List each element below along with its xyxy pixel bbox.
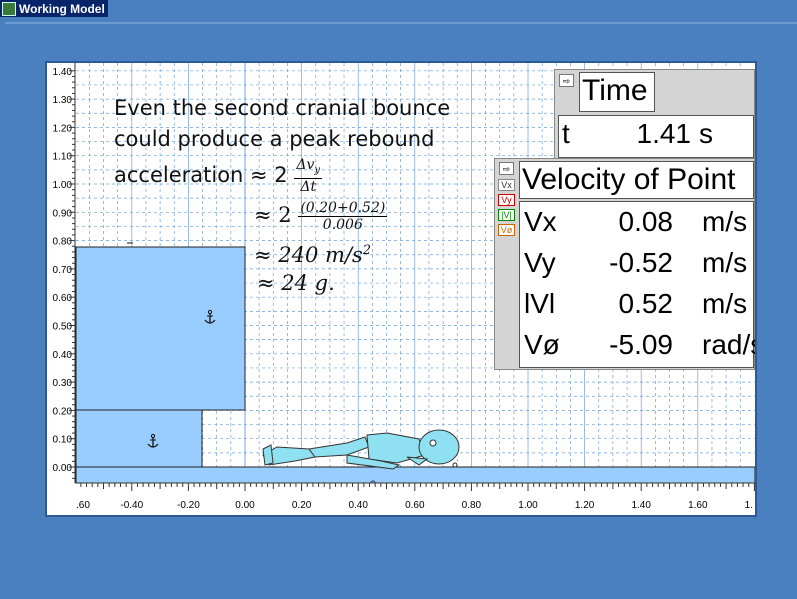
time-unit: s	[699, 118, 713, 149]
y-tick-label: 0.70	[53, 265, 73, 276]
x-tick-label: 0.80	[462, 500, 482, 511]
toggle-vy[interactable]: Vy	[498, 194, 515, 206]
velocity-meter-arrow-icon[interactable]: ⇨	[499, 162, 514, 175]
toggle-v-angle[interactable]: Vø	[498, 224, 515, 236]
y-tick-label: 0.80	[53, 237, 73, 248]
velocity-row-magnitude: lVl 0.52 m/s	[524, 288, 748, 319]
y-tick-label: 1.00	[53, 180, 73, 191]
ground-floor[interactable]	[75, 466, 755, 484]
x-tick-label: 0.60	[405, 500, 425, 511]
velocity-row-angular: Vø -5.09 rad/s	[524, 329, 755, 360]
x-tick-label: 1.40	[631, 500, 651, 511]
app-logo-icon	[2, 1, 16, 16]
window-titlebar[interactable]: Working Model	[0, 0, 108, 17]
x-tick-label: -0.20	[177, 500, 200, 511]
velocity-meter[interactable]: ⇨ Velocity of Point Vx Vy |V| Vø Vx 0.08…	[494, 158, 755, 370]
velocity-row-vx: Vx 0.08 m/s	[524, 206, 748, 237]
toggle-vx[interactable]: Vx	[498, 179, 515, 191]
time-label: t	[562, 118, 570, 149]
y-tick-label: 0.20	[53, 406, 73, 417]
toggle-v-magnitude[interactable]: |V|	[498, 209, 515, 221]
velocity-meter-title[interactable]: Velocity of Point	[519, 161, 754, 199]
y-tick-label: 0.10	[53, 435, 73, 446]
annotation-line-5: ≈ 240 m/s2	[254, 243, 372, 267]
fraction-dv-dt: Δvy Δt	[294, 156, 323, 196]
y-tick-label: 0.30	[53, 378, 73, 389]
y-tick-label: 1.10	[53, 152, 73, 163]
time-meter[interactable]: ⇨ Time t 1.41 s	[554, 69, 755, 160]
x-tick-label: 0.40	[348, 500, 368, 511]
annotation-line-2: could produce a peak rebound	[114, 127, 435, 151]
time-meter-title[interactable]: Time	[579, 72, 655, 112]
acceleration-prefix: acceleration ≈ 2	[114, 163, 288, 187]
x-tick-label: 1.	[745, 500, 753, 511]
simulation-canvas[interactable]: 1.40 1.30 1.20 1.10 1.00 0.90 0.80 0.70 0.60 0.50…	[45, 61, 757, 517]
y-tick-label: 1.30	[53, 95, 73, 106]
window-frame-line	[5, 22, 797, 24]
time-meter-arrow-icon[interactable]: ⇨	[559, 74, 574, 87]
x-tick-label: .60	[76, 500, 90, 511]
crash-test-dummy[interactable]	[262, 429, 460, 470]
velocity-meter-body: Vx 0.08 m/s Vy -0.52 m/s lVl 0.52 m/s Vø…	[519, 201, 755, 368]
window-title: Working Model	[19, 1, 105, 16]
x-tick-label: 0.20	[292, 500, 312, 511]
x-tick-label: -0.40	[120, 500, 143, 511]
annotation-line-1: Even the second cranial bounce	[114, 96, 451, 120]
y-tick-label: 0.90	[53, 208, 73, 219]
y-tick-label: 0.00	[53, 463, 73, 474]
y-tick-label: 0.40	[53, 350, 73, 361]
x-tick-label: 1.60	[688, 500, 708, 511]
y-tick-label: 1.20	[53, 123, 73, 134]
y-tick-label: 0.60	[53, 293, 73, 304]
tracked-point-marker[interactable]	[452, 462, 458, 468]
time-meter-body: t 1.41 s	[558, 115, 754, 158]
x-tick-label: 0.00	[235, 500, 255, 511]
time-value: 1.41	[636, 118, 692, 149]
y-tick-label: 0.50	[53, 322, 73, 333]
annotation-line-6: ≈ 24 g.	[257, 271, 335, 295]
x-tick-label: 1.20	[575, 500, 595, 511]
annotation-text[interactable]: Even the second cranial bounce could pro…	[114, 93, 450, 299]
x-tick-label: 1.00	[518, 500, 538, 511]
fraction-velocity-change: (0.20+0.52) 0.006	[298, 200, 388, 233]
lower-block[interactable]	[75, 409, 203, 468]
annotation-line-3: acceleration ≈ 2 Δvy Δt	[114, 155, 450, 195]
velocity-row-vy: Vy -0.52 m/s	[524, 247, 748, 278]
annotation-line-4: ≈ 2 (0.20+0.52) 0.006	[254, 200, 388, 233]
y-tick-label: 1.40	[53, 67, 73, 78]
